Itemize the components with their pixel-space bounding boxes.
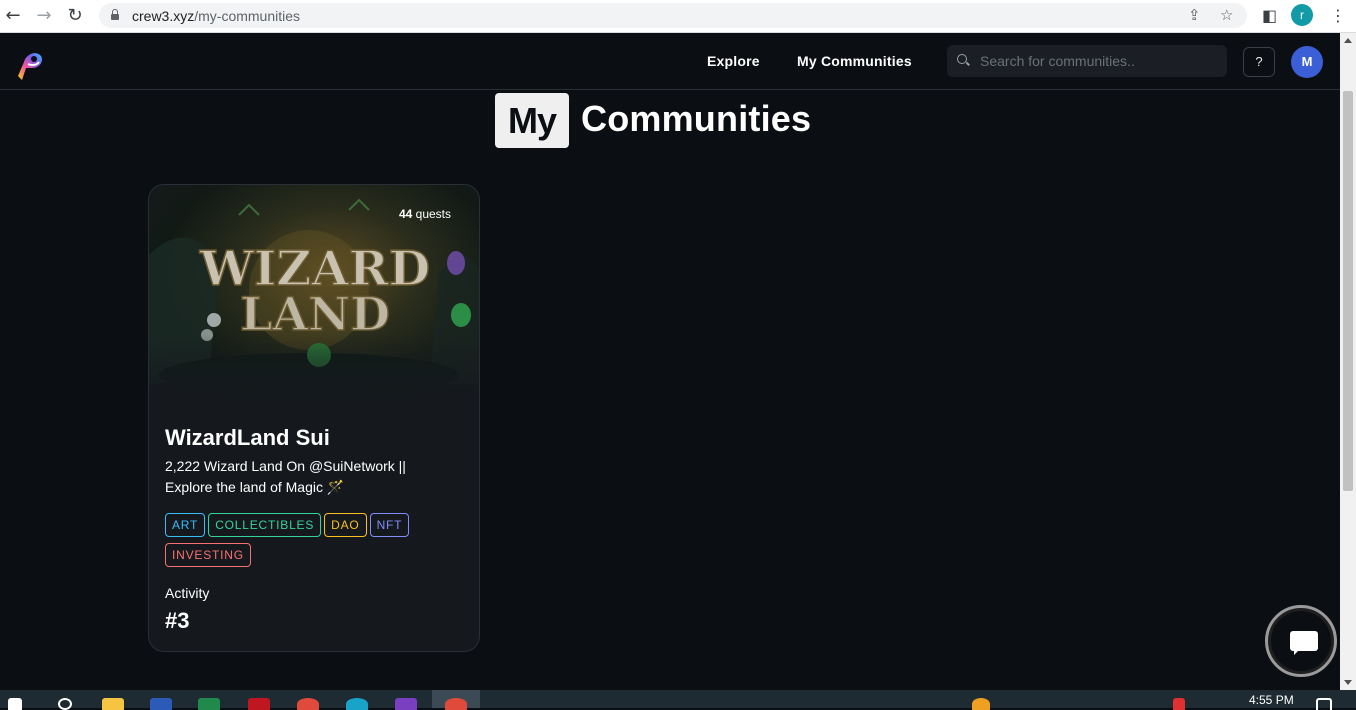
user-avatar[interactable]: M bbox=[1291, 46, 1323, 78]
browser-menu-icon[interactable]: ⋮ bbox=[1330, 6, 1346, 25]
start-windows-icon[interactable] bbox=[8, 698, 22, 710]
file-explorer-icon[interactable] bbox=[102, 698, 124, 710]
lock-icon bbox=[111, 9, 119, 20]
browser-profile-avatar[interactable]: r bbox=[1291, 4, 1313, 26]
share-icon[interactable]: ⇪ bbox=[1188, 6, 1201, 24]
page-title-text: Communities bbox=[581, 98, 812, 139]
search-icon bbox=[957, 54, 970, 66]
side-panel-icon[interactable]: ◧ bbox=[1262, 6, 1277, 25]
scroll-up-arrow-icon[interactable] bbox=[1344, 38, 1352, 43]
word-icon[interactable] bbox=[150, 698, 172, 710]
community-description: 2,222 Wizard Land On @SuiNetwork || Expl… bbox=[165, 458, 406, 495]
quest-count: 44 quests bbox=[398, 207, 451, 221]
os-taskbar: 4:55 PM bbox=[0, 690, 1356, 710]
help-button[interactable]: ? bbox=[1243, 47, 1275, 77]
nav-explore-link[interactable]: Explore bbox=[707, 53, 760, 69]
community-card[interactable]: WIZARD LAND 44 quests WizardLand Sui 2,2… bbox=[148, 184, 480, 652]
nav-my-communities-link[interactable]: My Communities bbox=[797, 53, 912, 69]
chrome-icon[interactable] bbox=[297, 698, 319, 710]
scroll-down-arrow-icon[interactable] bbox=[1344, 680, 1352, 685]
tray-app-icon[interactable] bbox=[1173, 698, 1185, 710]
acrobat-icon[interactable] bbox=[248, 698, 270, 710]
chat-bubble-icon bbox=[1290, 631, 1318, 655]
tag-collectibles: COLLECTIBLES bbox=[208, 513, 322, 537]
bookmark-star-icon[interactable]: ☆ bbox=[1220, 6, 1233, 24]
taskbar-clock[interactable]: 4:55 PM bbox=[1249, 693, 1294, 707]
taskbar-search-icon[interactable] bbox=[58, 698, 72, 710]
url-text: crew3.xyz/my-communities bbox=[132, 8, 301, 24]
tag-art: ART bbox=[165, 513, 206, 537]
community-name: WizardLand Sui bbox=[165, 425, 330, 450]
address-bar[interactable]: crew3.xyz/my-communities ⇪ ☆ bbox=[99, 3, 1247, 28]
crew3-logo-icon[interactable] bbox=[10, 46, 44, 82]
back-arrow-icon[interactable]: ← bbox=[2, 6, 24, 26]
weather-icon[interactable] bbox=[972, 698, 990, 710]
app-header: Explore My Communities ? M bbox=[0, 33, 1340, 90]
community-banner: WIZARD LAND 44 quests bbox=[149, 185, 479, 403]
page-scrollbar[interactable] bbox=[1340, 33, 1356, 690]
chrome-active-icon[interactable] bbox=[445, 698, 467, 710]
excel-icon[interactable] bbox=[198, 698, 220, 710]
onenote-icon[interactable] bbox=[395, 698, 417, 710]
notification-icon[interactable] bbox=[1316, 698, 1332, 710]
chat-launcher-button[interactable] bbox=[1265, 605, 1337, 677]
activity-label: Activity bbox=[165, 585, 210, 601]
search-input[interactable] bbox=[980, 45, 1220, 77]
tag-investing: INVESTING bbox=[165, 543, 251, 567]
reload-icon[interactable]: ↻ bbox=[64, 6, 86, 26]
activity-rank: #3 bbox=[165, 608, 190, 633]
community-search bbox=[947, 45, 1227, 77]
edge-icon[interactable] bbox=[346, 698, 368, 710]
page-title-highlight: My bbox=[495, 93, 569, 148]
browser-toolbar: ← → ↻ crew3.xyz/my-communities ⇪ ☆ ◧ r ⋮ bbox=[0, 0, 1356, 33]
forward-arrow-icon[interactable]: → bbox=[33, 6, 55, 26]
scroll-thumb[interactable] bbox=[1343, 91, 1353, 491]
community-tags: ART COLLECTIBLES DAO NFT INVESTING bbox=[165, 513, 465, 573]
banner-land-text: LAND bbox=[240, 287, 390, 341]
tag-nft: NFT bbox=[369, 513, 410, 537]
tag-dao: DAO bbox=[324, 513, 367, 537]
